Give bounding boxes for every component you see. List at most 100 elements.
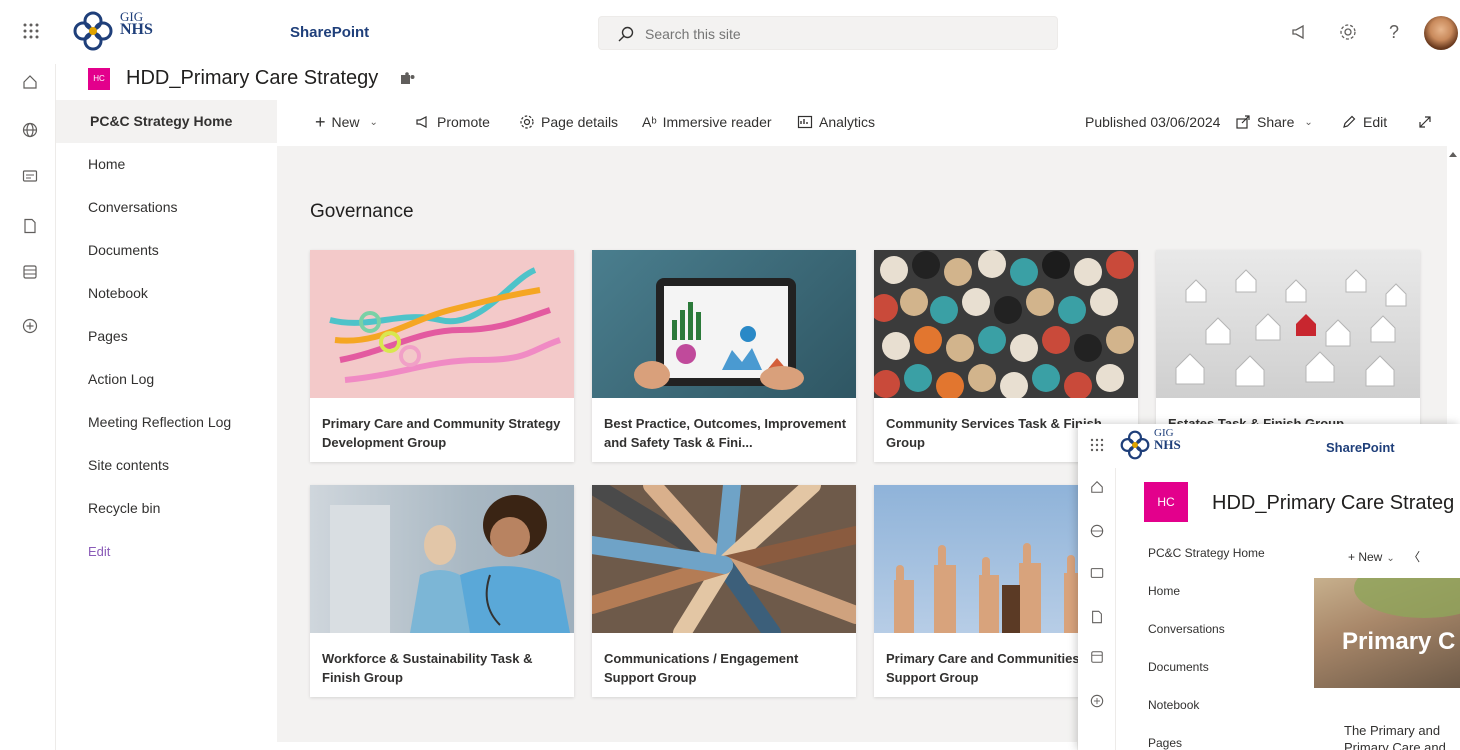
help-icon[interactable]: ?: [1384, 22, 1404, 42]
logo-text: GIG NHS: [120, 10, 153, 38]
home-icon[interactable]: [1090, 480, 1104, 494]
site-title[interactable]: HDD_Primary Care Strateg: [1212, 492, 1454, 515]
home-icon[interactable]: [22, 74, 38, 90]
news-icon[interactable]: [1090, 566, 1104, 580]
immersive-reader-button[interactable]: Aᵇ Immersive reader: [642, 114, 772, 130]
lists-icon[interactable]: [1090, 650, 1104, 664]
nav-item-home[interactable]: Home: [56, 143, 277, 186]
share-label: Share: [1257, 114, 1295, 130]
immersive-reader-icon: Aᵇ: [642, 114, 657, 130]
section-title: Governance: [310, 201, 414, 222]
page-details-button[interactable]: Page details: [519, 114, 618, 130]
nav-item-conversations[interactable]: Conversations: [1116, 610, 1314, 648]
edit-label: Edit: [1363, 114, 1388, 130]
files-icon[interactable]: [22, 218, 38, 234]
hero-title: Primary C: [1342, 628, 1456, 655]
quick-link-card[interactable]: Best Practice, Outcomes, Improvement and…: [592, 250, 856, 462]
nhs-knot-icon: [1120, 430, 1150, 460]
nav-item-pc-c-strategy-home[interactable]: PC&C Strategy Home: [56, 100, 277, 143]
card-image-houses: [1156, 250, 1420, 398]
globe-icon[interactable]: [22, 122, 38, 138]
command-bar: + New ⌄ Promote Page details Aᵇ Immersiv…: [277, 100, 1460, 146]
app-launcher-icon[interactable]: [22, 22, 40, 40]
nav-item-site-contents[interactable]: Site contents: [56, 444, 277, 487]
nav-item-pages[interactable]: Pages: [56, 315, 277, 358]
quick-link-card[interactable]: Primary Care and Community Strategy Deve…: [310, 250, 574, 462]
nhs-logo[interactable]: GIG NHS: [1118, 426, 1198, 462]
card-title: Primary Care and Community Strategy Deve…: [322, 416, 561, 450]
sharepoint-label[interactable]: SharePoint: [290, 24, 369, 41]
nav-item-pc-c-strategy-home[interactable]: PC&C Strategy Home: [1116, 534, 1314, 572]
published-status: Published 03/06/2024: [1085, 114, 1220, 130]
site-logo-badge[interactable]: HC: [88, 68, 110, 90]
nhs-knot-icon: [73, 11, 113, 51]
settings-gear-icon: [520, 115, 534, 129]
card-image-nurse: [310, 485, 574, 633]
site-header: HC HDD_Primary Care Strategy: [56, 64, 1460, 100]
hero-banner[interactable]: Primary C: [1314, 578, 1460, 688]
card-image-wooden-figures: [874, 250, 1138, 398]
sharepoint-label[interactable]: SharePoint: [1326, 440, 1395, 455]
megaphone-icon: [416, 116, 427, 128]
nav-item-meeting-reflection-log[interactable]: Meeting Reflection Log: [56, 401, 277, 444]
nav-edit-link[interactable]: Edit: [56, 530, 277, 573]
page-details-label: Page details: [541, 114, 619, 130]
pencil-icon: [1343, 115, 1356, 128]
nav-item-pages[interactable]: Pages: [1116, 724, 1314, 750]
strategy-lines-illustration: [329, 267, 561, 383]
hero-swoosh: [1354, 578, 1460, 618]
nav-item-notebook[interactable]: Notebook: [1116, 686, 1314, 724]
app-rail: [1078, 468, 1116, 750]
nav-item-documents[interactable]: Documents: [56, 229, 277, 272]
create-plus-icon[interactable]: [1090, 694, 1104, 708]
nav-item-home[interactable]: Home: [1116, 572, 1314, 610]
quick-link-card[interactable]: Communications / Engagement Support Grou…: [592, 485, 856, 697]
globe-icon[interactable]: [1090, 524, 1104, 538]
share-button[interactable]: Share ⌄: [1235, 114, 1313, 130]
files-icon[interactable]: [1090, 610, 1104, 624]
nurse-illustration: [330, 495, 570, 633]
new-label: New: [331, 114, 360, 130]
new-button[interactable]: + New ⌄: [315, 112, 378, 132]
nav-item-action-log[interactable]: Action Log: [56, 358, 277, 401]
nav-item-conversations[interactable]: Conversations: [56, 186, 277, 229]
quick-link-card[interactable]: Workforce & Sustainability Task & Finish…: [310, 485, 574, 697]
nav-item-recycle-bin[interactable]: Recycle bin: [56, 487, 277, 530]
user-avatar[interactable]: [1424, 16, 1458, 50]
expand-icon[interactable]: [1417, 114, 1433, 130]
scroll-up-arrow-icon[interactable]: [1449, 152, 1457, 157]
lists-icon[interactable]: [22, 264, 38, 280]
megaphone-icon[interactable]: [1290, 22, 1310, 42]
app-launcher-icon[interactable]: [1090, 438, 1104, 452]
nhs-logo[interactable]: GIG NHS: [70, 6, 180, 56]
promote-label: Promote: [437, 114, 490, 130]
analytics-button[interactable]: Analytics: [797, 114, 875, 130]
overlay-window: GIG NHS SharePoint HC HDD_Primary Care S…: [1078, 424, 1460, 750]
create-plus-icon[interactable]: [22, 318, 38, 334]
edit-button[interactable]: Edit: [1341, 114, 1387, 130]
chevron-down-icon: ⌄: [1304, 116, 1313, 128]
logo-big-text: NHS: [120, 21, 153, 38]
nav-item-documents[interactable]: Documents: [1116, 648, 1314, 686]
search-input[interactable]: [645, 23, 1025, 45]
teams-icon[interactable]: [400, 72, 416, 86]
news-icon[interactable]: [22, 168, 38, 184]
search-box[interactable]: [598, 16, 1058, 50]
new-label: New: [1358, 550, 1383, 564]
figures-crowd-illustration: [874, 250, 1134, 398]
analytics-icon: [797, 115, 813, 129]
promote-button[interactable]: Promote: [415, 114, 490, 130]
app-rail: [0, 64, 56, 750]
plus-icon: +: [315, 112, 326, 132]
settings-gear-icon[interactable]: [1338, 22, 1358, 42]
new-button[interactable]: + New ⌄ 〈: [1348, 548, 1420, 565]
search-icon: [618, 26, 634, 42]
canvas-bottom-section: [277, 742, 1077, 750]
nav-item-notebook[interactable]: Notebook: [56, 272, 277, 315]
card-title: Communications / Engagement Support Grou…: [604, 651, 799, 685]
chevron-down-icon: ⌄: [1386, 553, 1395, 564]
share-icon: [1236, 115, 1250, 129]
site-title[interactable]: HDD_Primary Care Strategy: [126, 67, 378, 90]
hands-together-illustration: [592, 485, 856, 633]
site-logo-badge[interactable]: HC: [1144, 482, 1188, 522]
